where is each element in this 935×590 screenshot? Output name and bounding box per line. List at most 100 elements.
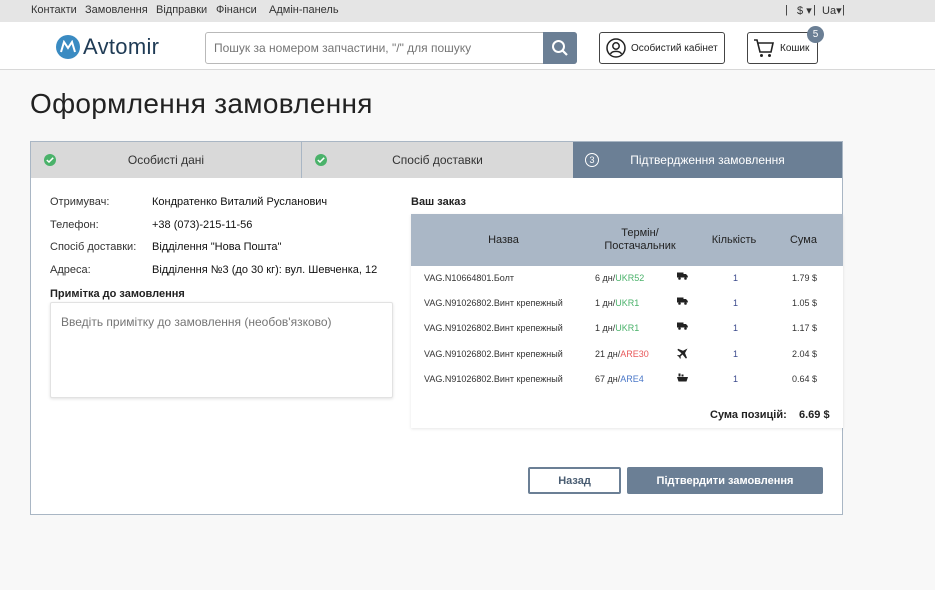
ship-icon xyxy=(677,373,688,384)
account-button[interactable]: Особистий кабінет xyxy=(599,32,725,64)
checkout-panel: Особисті дані Спосіб доставки 3 Підтверд… xyxy=(30,141,843,515)
supplier-code: ARE4 xyxy=(620,374,644,384)
field-value: Відділення "Нова Пошта" xyxy=(152,241,282,253)
cart-count-badge: 5 xyxy=(807,26,824,43)
order-table: Назва Термін/ Постачальник Кількість Сум… xyxy=(411,214,843,428)
term-days: 21 дн/ xyxy=(595,349,621,359)
item-qty: 1 xyxy=(733,273,739,283)
note-box xyxy=(50,302,393,398)
user-icon xyxy=(606,38,626,58)
nav-link-shipments[interactable]: Відправки xyxy=(156,4,207,16)
term-days: 1 дн/ xyxy=(595,323,616,333)
step-label: Спосіб доставки xyxy=(392,153,483,167)
field-value: Кондратенко Виталий Русланович xyxy=(152,196,328,208)
item-name: VAG.N91026802.Винт крепежный xyxy=(424,323,563,333)
item-sum: 1.05 $ xyxy=(792,298,818,308)
field-label: Адреса: xyxy=(50,264,91,276)
term-days: 67 дн/ xyxy=(595,374,621,384)
step-personal-data[interactable]: Особисті дані xyxy=(31,142,302,178)
cart-label: Кошик xyxy=(780,42,810,54)
step-confirmation[interactable]: 3 Підтвердження замовлення xyxy=(573,142,842,178)
chevron-down-icon: ▾ xyxy=(836,5,842,17)
checkout-steps: Особисті дані Спосіб доставки 3 Підтверд… xyxy=(31,142,842,178)
search-input[interactable] xyxy=(206,33,544,63)
currency-select[interactable]: $ ▾ xyxy=(797,4,812,17)
total-value: 6.69 $ xyxy=(799,409,830,421)
logo-icon xyxy=(56,35,80,59)
item-qty: 1 xyxy=(733,349,739,359)
language-select[interactable]: Ua▾ xyxy=(822,4,842,17)
item-term: 1 дн/UKR1 xyxy=(595,298,639,308)
item-term: 6 дн/UKR52 xyxy=(595,273,644,283)
logo-text: Avtomir xyxy=(83,34,160,59)
divider: | xyxy=(842,4,845,16)
item-name: VAG.N10664801.Болт xyxy=(424,273,514,283)
step-label: Особисті дані xyxy=(127,153,205,167)
column-header-sum: Сума xyxy=(789,233,817,246)
logo[interactable]: Avtomir xyxy=(56,34,159,60)
truck-icon xyxy=(677,272,688,282)
currency-value: $ xyxy=(797,5,804,17)
item-sum: 1.17 $ xyxy=(792,323,818,333)
chevron-down-icon: ▾ xyxy=(806,5,812,17)
item-name: VAG.N91026802.Винт крепежный xyxy=(424,298,563,308)
table-row: VAG.N91026802.Винт крепежный 67 дн/ARE4 … xyxy=(411,367,843,392)
item-sum: 2.04 $ xyxy=(792,349,818,359)
search-icon xyxy=(552,40,568,56)
table-row: VAG.N10664801.Болт 6 дн/UKR52 1 1.79 $ xyxy=(411,266,843,291)
field-value: +38 (073)-215-11-56 xyxy=(152,219,253,231)
item-term: 67 дн/ARE4 xyxy=(595,374,644,384)
supplier-code: UKR52 xyxy=(615,273,645,283)
column-header-term: Термін/ Постачальник xyxy=(604,227,676,252)
step-delivery-method[interactable]: Спосіб доставки xyxy=(302,142,573,178)
item-qty: 1 xyxy=(733,374,739,384)
truck-icon xyxy=(677,322,688,332)
site-header: Avtomir Особистий кабінет Кошик 5 xyxy=(0,22,935,70)
field-value: Відділення №3 (до 30 кг): вул. Шевченка,… xyxy=(152,264,378,276)
item-sum: 0.64 $ xyxy=(792,374,818,384)
plane-icon xyxy=(677,348,688,361)
order-title: Ваш заказ xyxy=(411,196,466,208)
item-name: VAG.N91026802.Винт крепежный xyxy=(424,374,563,384)
truck-icon xyxy=(677,297,688,307)
total-label: Сума позицій: xyxy=(710,409,787,421)
page-title: Оформлення замовлення xyxy=(30,88,373,119)
divider: | xyxy=(813,4,816,16)
nav-link-contacts[interactable]: Контакти xyxy=(31,4,77,16)
supplier-code: ARE30 xyxy=(620,349,649,359)
order-note-input[interactable] xyxy=(51,303,392,397)
term-days: 1 дн/ xyxy=(595,298,616,308)
table-row: VAG.N91026802.Винт крепежный 1 дн/UKR1 1… xyxy=(411,316,843,341)
supplier-code: UKR1 xyxy=(615,323,640,333)
field-label: Спосіб доставки: xyxy=(50,241,137,253)
note-label: Примітка до замовлення xyxy=(50,288,185,300)
order-total: Сума позицій: 6.69 $ xyxy=(710,409,830,421)
column-header-name: Назва xyxy=(488,233,519,246)
item-qty: 1 xyxy=(733,323,739,333)
term-days: 6 дн/ xyxy=(595,273,616,283)
language-value: Ua xyxy=(822,5,837,17)
top-nav-bar: Контакти Замовлення Відправки Фінанси Ад… xyxy=(0,0,935,22)
supplier-code: UKR1 xyxy=(615,298,640,308)
item-term: 1 дн/UKR1 xyxy=(595,323,639,333)
table-header: Назва Термін/ Постачальник Кількість Сум… xyxy=(411,214,843,266)
item-term: 21 дн/ARE30 xyxy=(595,349,649,359)
cart-icon xyxy=(754,39,774,57)
back-button[interactable]: Назад xyxy=(528,467,621,494)
table-row: VAG.N91026802.Винт крепежный 1 дн/UKR1 1… xyxy=(411,291,843,316)
account-label: Особистий кабінет xyxy=(631,42,718,54)
divider: | xyxy=(785,4,788,16)
item-name: VAG.N91026802.Винт крепежный xyxy=(424,349,563,359)
field-label: Отримувач: xyxy=(50,196,110,208)
nav-link-orders[interactable]: Замовлення xyxy=(85,4,148,16)
table-row: VAG.N91026802.Винт крепежный 21 дн/ARE30… xyxy=(411,342,843,367)
step-label: Підтвердження замовлення xyxy=(630,153,785,167)
search-button[interactable] xyxy=(543,32,577,64)
column-header-qty: Кількість xyxy=(711,233,757,246)
search-box xyxy=(205,32,577,64)
nav-link-admin[interactable]: Адмін-панель xyxy=(269,4,339,16)
item-qty: 1 xyxy=(733,298,739,308)
field-label: Телефон: xyxy=(50,219,99,231)
confirm-order-button[interactable]: Підтвердити замовлення xyxy=(627,467,823,494)
nav-link-finance[interactable]: Фінанси xyxy=(216,4,257,16)
